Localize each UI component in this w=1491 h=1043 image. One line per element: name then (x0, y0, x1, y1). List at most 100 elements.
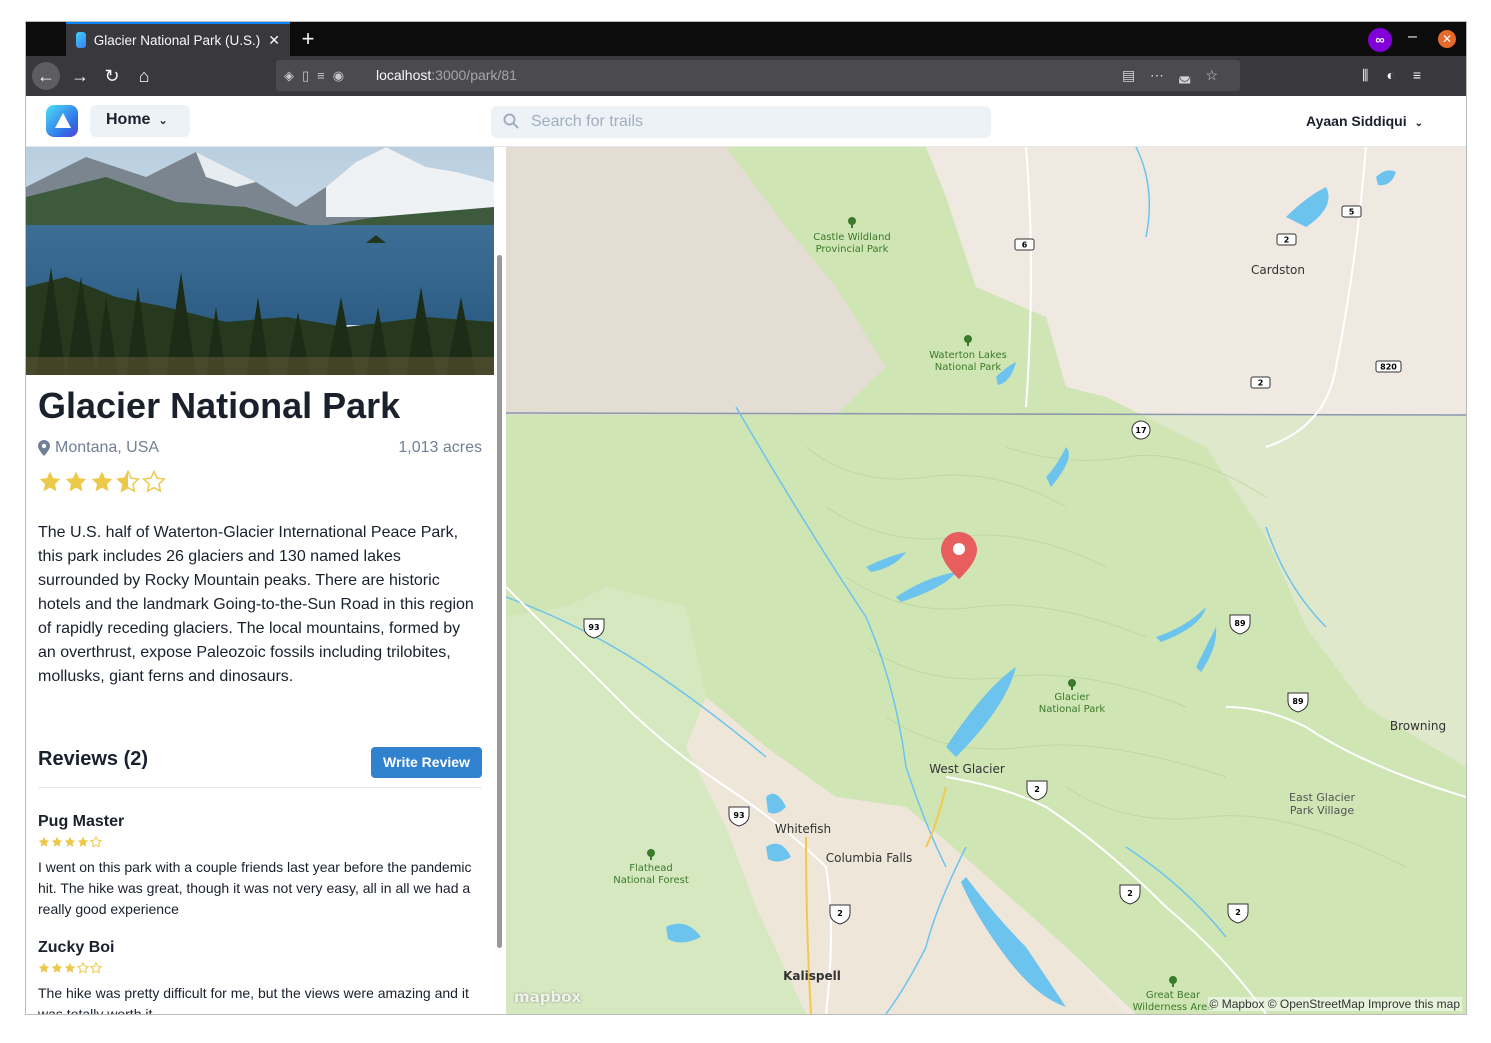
map-label-waterton: Waterton Lakes (929, 350, 1007, 361)
browser-window: Glacier National Park (U.S.) ✕ + ∞ – ✕ ←… (26, 22, 1466, 1014)
svg-text:6: 6 (1022, 241, 1028, 250)
svg-text:820: 820 (1380, 363, 1397, 372)
map-label-kalispell: Kalispell (783, 969, 841, 983)
review-text: I went on this park with a couple friend… (38, 859, 472, 917)
divider (38, 787, 482, 788)
highway-shield: 2 (1250, 376, 1271, 389)
park-location: Montana, USA (38, 439, 159, 457)
svg-text:Wilderness Area: Wilderness Area (1133, 1002, 1214, 1013)
star-icon (91, 471, 113, 492)
window-close-icon[interactable]: ✕ (1438, 30, 1456, 48)
park-map[interactable]: Castle Wildland Provincial Park Waterton… (506, 147, 1466, 1014)
map-attribution[interactable]: © Mapbox © OpenStreetMap Improve this ma… (1207, 997, 1462, 1011)
url-bar[interactable]: ◈▯≡◉ localhost:3000/park/81 ▤ ⋯◛☆ (276, 60, 1240, 91)
map-label-greatbear: Great Bear (1146, 990, 1201, 1001)
highway-shield: 820 (1375, 360, 1402, 373)
svg-text:National Forest: National Forest (613, 875, 689, 886)
user-menu[interactable]: Ayaan Siddiqui ⌄ (1306, 113, 1423, 129)
park-rating-stars (39, 470, 166, 492)
svg-text:2: 2 (1034, 785, 1040, 794)
star-icon (39, 471, 61, 492)
forward-icon[interactable]: → (66, 62, 94, 90)
reader-view-icon[interactable]: ▤ (1122, 67, 1135, 84)
mapbox-logo[interactable]: mapbox (514, 988, 581, 1006)
map-canvas[interactable]: Castle Wildland Provincial Park Waterton… (506, 147, 1466, 1014)
empty-star-icon (90, 836, 102, 848)
svg-text:2: 2 (1127, 889, 1133, 898)
map-label-flathead: Flathead (629, 863, 673, 874)
svg-text:2: 2 (1258, 379, 1264, 388)
review-author: Zucky Boi (38, 939, 115, 956)
star-icon (65, 471, 87, 492)
svg-text:2: 2 (1284, 236, 1290, 245)
svg-text:93: 93 (733, 811, 744, 820)
star-icon (77, 836, 89, 847)
favicon-icon (76, 32, 86, 48)
reload-icon[interactable]: ↻ (98, 62, 126, 90)
app-header: Home⌄ Ayaan Siddiqui⌄ (26, 96, 1466, 147)
star-icon (51, 962, 63, 973)
new-tab-icon[interactable]: + (296, 26, 320, 52)
review-item: Pug Master I went on this park with a co… (38, 813, 482, 920)
park-description: The U.S. half of Waterton-Glacier Intern… (38, 524, 474, 685)
highway-shield: 2 (1276, 233, 1297, 246)
map-label-whitefish: Whitefish (775, 822, 831, 836)
chevron-down-icon: ⌄ (158, 115, 168, 127)
svg-text:2: 2 (837, 909, 843, 918)
tab-title: Glacier National Park (U.S.) (93, 32, 261, 48)
back-icon[interactable]: ← (32, 62, 60, 90)
map-label-browning: Browning (1390, 719, 1446, 733)
minimize-icon[interactable]: – (1408, 28, 1417, 46)
reviews-heading: Reviews (2) (38, 748, 149, 770)
empty-star-icon (142, 470, 166, 492)
shield-icon[interactable]: ◈▯≡◉ (284, 68, 352, 84)
map-label-columbia-falls: Columbia Falls (826, 851, 913, 865)
nav-bar: ← → ↻ ⌂ ◈▯≡◉ localhost:3000/park/81 ▤ ⋯◛… (26, 56, 1466, 96)
browser-tab[interactable]: Glacier National Park (U.S.) ✕ (66, 22, 290, 56)
write-review-button[interactable]: Write Review (371, 747, 482, 778)
url-text[interactable]: localhost:3000/park/81 (376, 67, 517, 83)
private-mask-icon[interactable]: ∞ (1368, 28, 1392, 52)
svg-text:93: 93 (588, 623, 599, 632)
park-detail-panel: Glacier National Park Montana, USA 1,013… (26, 147, 506, 1014)
review-author: Pug Master (38, 813, 125, 830)
svg-text:89: 89 (1292, 697, 1304, 706)
svg-text:5: 5 (1349, 208, 1355, 217)
svg-text:Park Village: Park Village (1290, 804, 1354, 817)
scrollbar[interactable] (497, 255, 502, 948)
svg-text:17: 17 (1135, 426, 1146, 435)
star-icon (64, 836, 76, 847)
location-text: Montana, USA (55, 439, 160, 456)
trail-search[interactable] (491, 106, 991, 138)
star-icon (64, 962, 76, 973)
star-icon (38, 962, 50, 973)
half-star-icon (116, 470, 140, 492)
tab-strip: Glacier National Park (U.S.) ✕ + ∞ – ✕ (26, 22, 1466, 56)
park-acres: 1,013 acres (398, 439, 482, 456)
review-text: The hike was pretty difficult for me, bu… (38, 985, 469, 1014)
svg-text:89: 89 (1234, 619, 1246, 628)
home-icon[interactable]: ⌂ (130, 62, 158, 90)
star-icon (38, 836, 50, 847)
map-label-east-glacier: East Glacier (1289, 791, 1355, 804)
location-pin-icon (38, 440, 50, 456)
chevron-down-icon: ⌄ (1414, 118, 1423, 129)
library-icon[interactable]: ⫼◐≡ (1362, 67, 1439, 84)
park-photo (26, 147, 494, 375)
map-label-castle: Castle Wildland (813, 232, 891, 243)
app-logo[interactable] (46, 105, 78, 137)
svg-text:2: 2 (1235, 908, 1241, 917)
highway-shield: 17 (1131, 420, 1151, 440)
search-input[interactable] (531, 111, 971, 133)
star-icon (51, 836, 63, 847)
svg-text:National Park: National Park (935, 362, 1002, 373)
review-item: Zucky Boi The hike was pretty difficult … (38, 939, 482, 1014)
page-actions-icon[interactable]: ⋯◛☆ (1150, 67, 1232, 84)
map-label-cardston: Cardston (1251, 263, 1305, 277)
review-stars (38, 835, 482, 854)
empty-star-icon (77, 962, 89, 974)
highway-shield: 6 (1014, 238, 1035, 251)
close-icon[interactable]: ✕ (268, 32, 280, 49)
home-menu-button[interactable]: Home ⌄ (90, 105, 190, 137)
svg-text:Provincial Park: Provincial Park (816, 244, 889, 255)
